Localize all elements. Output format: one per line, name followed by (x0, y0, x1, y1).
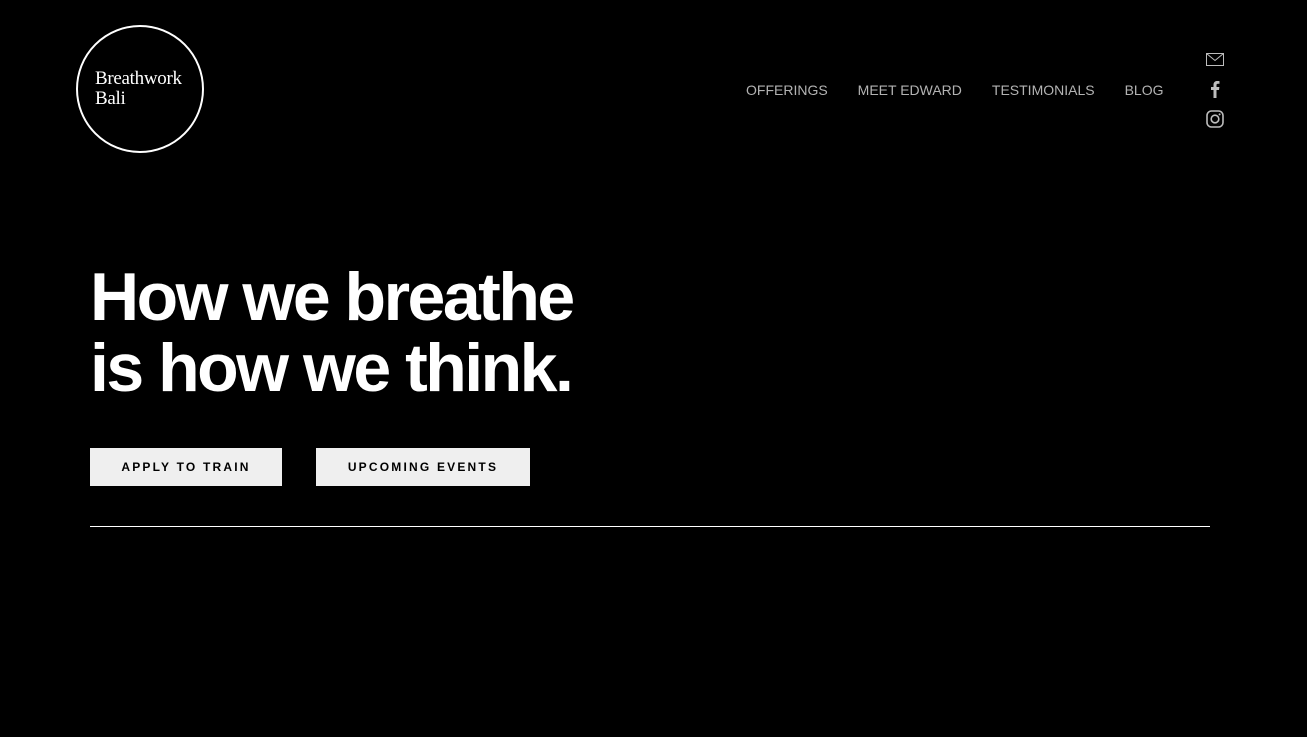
main-nav: OFFERINGS MEET EDWARD TESTIMONIALS BLOG (746, 81, 1164, 99)
social-links (1203, 49, 1227, 139)
nav-item-testimonials[interactable]: TESTIMONIALS (992, 81, 1095, 99)
logo[interactable]: Breathwork Bali (76, 25, 204, 153)
upcoming-events-button[interactable]: UPCOMING EVENTS (316, 448, 530, 486)
logo-line-1: Breathwork (95, 68, 182, 89)
nav-item-blog[interactable]: BLOG (1125, 81, 1164, 99)
nav-item-offerings[interactable]: OFFERINGS (746, 81, 828, 99)
logo-line-2: Bali (95, 88, 126, 109)
facebook-icon[interactable] (1203, 79, 1227, 99)
divider (90, 526, 1210, 527)
nav-item-meet-edward[interactable]: MEET EDWARD (858, 81, 962, 99)
page: Breathwork Bali OFFERINGS MEET EDWARD TE… (0, 0, 1307, 737)
hero-line-2: is how we think. (90, 330, 574, 406)
hero-line-1: How we breathe (90, 259, 575, 335)
mail-icon[interactable] (1203, 49, 1227, 69)
instagram-icon[interactable] (1203, 109, 1227, 129)
apply-to-train-button[interactable]: APPLY TO TRAIN (90, 448, 282, 486)
hero-heading: How we breathe is how we think. (90, 259, 575, 406)
